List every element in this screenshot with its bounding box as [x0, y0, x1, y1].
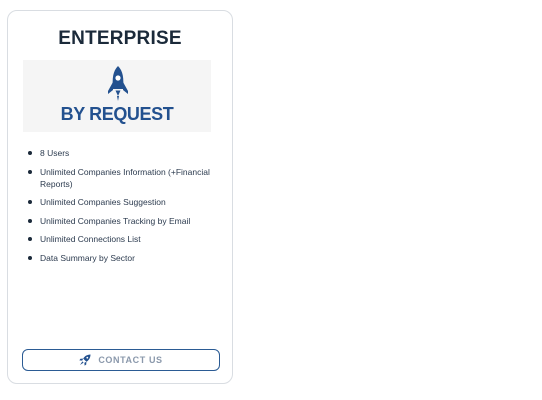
pricing-card-enterprise: ENTERPRISE BY REQUEST 8 Users Unlimited …	[7, 10, 233, 384]
feature-text: Unlimited Connections List	[40, 234, 141, 244]
bullet-icon	[28, 237, 32, 241]
feature-item: Data Summary by Sector	[8, 252, 234, 264]
rocket-icon	[79, 354, 91, 366]
bullet-icon	[28, 255, 32, 260]
bullet-icon	[28, 151, 32, 155]
feature-text: 8 Users	[40, 148, 70, 158]
feature-item: 8 Users	[8, 147, 234, 159]
contact-us-label: CONTACT US	[98, 355, 163, 365]
contact-us-button[interactable]: CONTACT US	[22, 349, 220, 371]
feature-item: Unlimited Companies Suggestion	[8, 196, 234, 208]
price-label: BY REQUEST	[60, 104, 174, 124]
feature-text: Unlimited Companies Tracking by Email	[40, 215, 191, 226]
feature-text: Unlimited Companies Suggestion	[40, 197, 166, 207]
feature-item: Unlimited Companies Tracking by Email	[8, 215, 234, 227]
bullet-icon	[28, 218, 32, 223]
feature-item: Unlimited Connections List	[8, 233, 234, 245]
feature-text: Unlimited Companies Information (+Financ…	[40, 166, 210, 189]
bullet-icon	[28, 200, 32, 204]
price-box: BY REQUEST	[23, 60, 211, 132]
feature-item: Unlimited Companies Information (+Financ…	[8, 166, 234, 190]
plan-title: ENTERPRISE	[58, 28, 182, 49]
bullet-icon	[28, 169, 32, 174]
feature-list: 8 Users Unlimited Companies Information …	[8, 147, 234, 270]
feature-text: Data Summary by Sector	[40, 252, 135, 263]
rocket-icon	[108, 66, 128, 101]
